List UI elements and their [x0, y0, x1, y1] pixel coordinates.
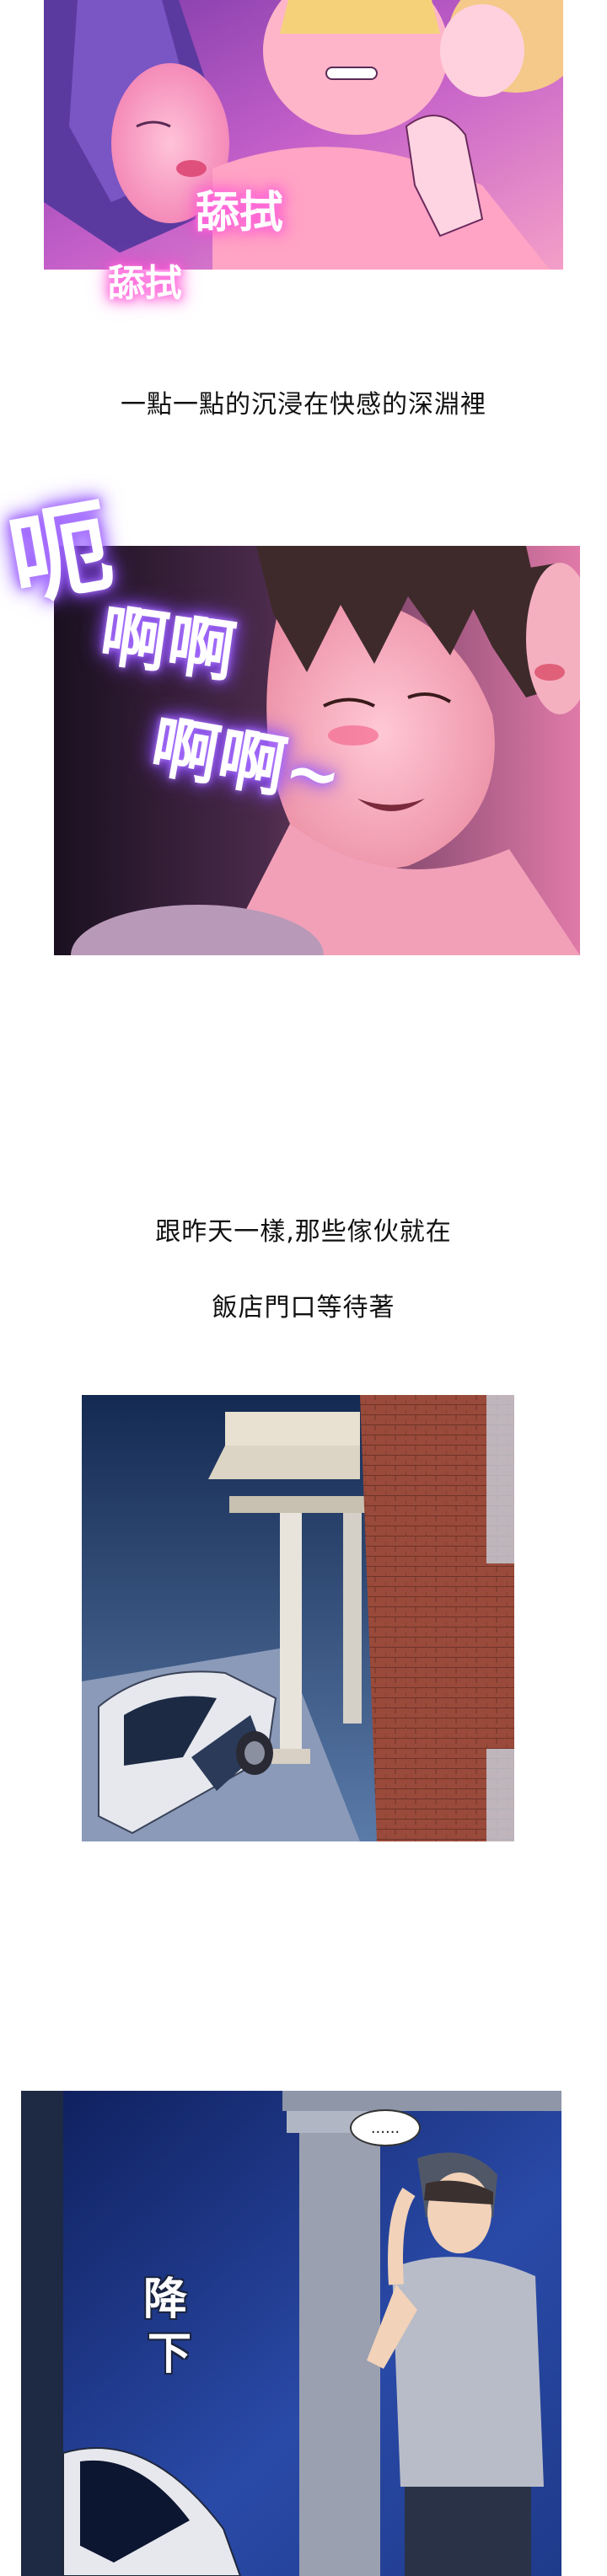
- panel-3-artwork: [82, 1395, 514, 1841]
- panel-1-artwork: [44, 0, 563, 270]
- caption-hotel-entrance: 飯店門口等待著: [212, 1293, 395, 1323]
- sfx-window-down-2: 下: [148, 2329, 192, 2380]
- comic-panel-1: 舔拭: [44, 0, 563, 270]
- panel-4-artwork: [21, 2091, 561, 2576]
- sfx-lick-2: 舔拭: [108, 262, 182, 305]
- sfx-window-down-1: 降: [143, 2274, 188, 2325]
- comic-panel-3: [82, 1395, 514, 1841]
- sfx-moan-1: 呃: [0, 488, 121, 622]
- caption-immersion: 一點一點的沉浸在快感的深淵裡: [121, 390, 486, 420]
- caption-like-yesterday: 跟昨天一樣,那些傢伙就在: [155, 1217, 452, 1247]
- comic-panel-4: ...... 降 下: [21, 2091, 561, 2576]
- speech-bubble-ellipsis: ......: [350, 2109, 421, 2146]
- sfx-moan-2: 啊啊: [95, 596, 240, 692]
- sfx-lick-1: 舔拭: [196, 188, 284, 238]
